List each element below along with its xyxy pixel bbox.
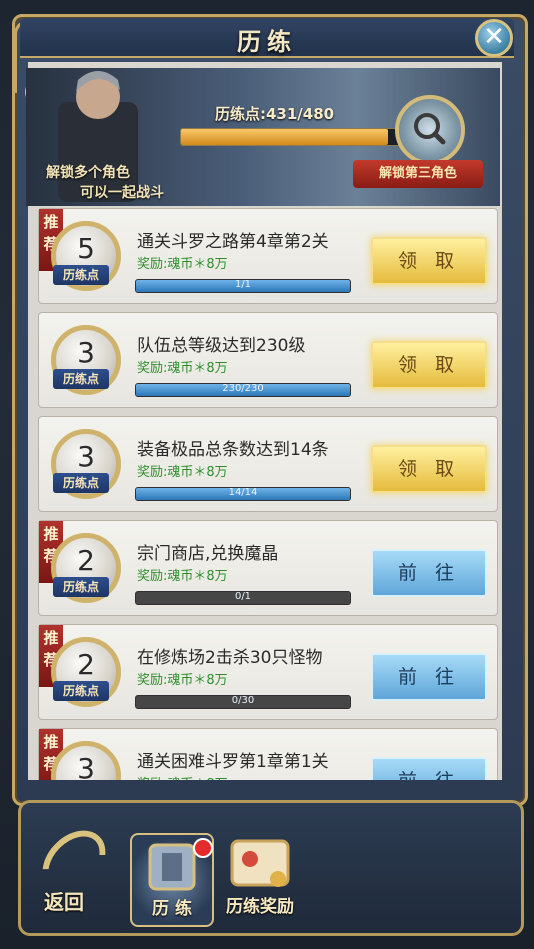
task-progress-bar: 14/14 (135, 487, 351, 501)
task-progress-text: 0/1 (234, 591, 252, 602)
banner-note-line1: 解锁多个角色 (46, 165, 130, 181)
task-card: 推荐 5 历练点 通关斗罗之路第4章第2关 奖励:魂币＊8万 1/1 领 取 (38, 208, 498, 304)
task-card: 推荐 3 历练点 通关困难斗罗第1章第1关 奖励:魂币＊8万 前 往 (38, 728, 498, 780)
goto-button[interactable]: 前 往 (371, 757, 487, 780)
task-card: 3 历练点 装备极品总条数达到14条 奖励:魂币＊8万 14/14 领 取 (38, 416, 498, 512)
task-reward: 奖励:魂币＊8万 (137, 361, 228, 376)
unlock-third-character-icon[interactable] (395, 95, 465, 165)
task-title: 通关斗罗之路第4章第2关 (137, 232, 329, 252)
points-label: 历练点 (53, 265, 109, 285)
points-value: 2 (77, 544, 95, 577)
points-value: 2 (77, 648, 95, 681)
task-reward: 奖励:魂币＊8万 (137, 673, 228, 688)
claim-button[interactable]: 领 取 (371, 341, 487, 389)
banner-note-line2: 可以一起战斗 (80, 185, 164, 201)
task-progress-bar: 1/1 (135, 279, 351, 293)
training-points-bar (180, 128, 412, 146)
task-progress-bar: 0/1 (135, 591, 351, 605)
points-label: 历练点 (53, 473, 109, 493)
task-title: 队伍总等级达到230级 (137, 336, 306, 356)
task-title: 通关困难斗罗第1章第1关 (137, 752, 329, 772)
claim-button[interactable]: 领 取 (371, 445, 487, 493)
reward-scroll-icon (230, 839, 290, 887)
task-reward: 奖励:魂币＊8万 (137, 465, 228, 480)
points-value: 3 (77, 440, 95, 473)
task-reward: 奖励:魂币＊8万 (137, 569, 228, 584)
task-reward: 奖励:魂币＊8万 (137, 773, 228, 780)
claim-button[interactable]: 领 取 (371, 237, 487, 285)
task-card: 推荐 2 历练点 宗门商店,兑换魔晶 奖励:魂币＊8万 0/1 前 往 (38, 520, 498, 616)
task-progress-bar: 230/230 (135, 383, 351, 397)
points-value: 5 (77, 232, 95, 265)
tab-training-label: 历 练 (152, 899, 192, 919)
training-points-fill (181, 129, 388, 145)
points-value: 3 (77, 336, 95, 369)
points-label: 历练点 (53, 681, 109, 701)
goto-button[interactable]: 前 往 (371, 549, 487, 597)
magnifier-icon (414, 113, 446, 145)
points-value: 3 (77, 752, 95, 780)
tab-training-reward-label: 历练奖励 (226, 897, 294, 917)
task-title: 在修炼场2击杀30只怪物 (137, 648, 323, 668)
points-label: 历练点 (53, 577, 109, 597)
training-points-label: 历练点:431/480 (215, 105, 335, 123)
task-card: 推荐 2 历练点 在修炼场2击杀30只怪物 奖励:魂币＊8万 0/30 前 往 (38, 624, 498, 720)
task-progress-text: 14/14 (228, 487, 258, 498)
notification-dot (193, 838, 213, 858)
task-card: 3 历练点 队伍总等级达到230级 奖励:魂币＊8万 230/230 领 取 (38, 312, 498, 408)
page-title: 历练 (237, 28, 297, 56)
task-progress-text: 0/30 (231, 695, 255, 706)
tab-training-reward[interactable]: 历练奖励 (220, 833, 300, 923)
unlock-third-character-ribbon: 解锁第三角色 (353, 160, 483, 188)
task-progress-text: 1/1 (234, 279, 252, 290)
goto-button[interactable]: 前 往 (371, 653, 487, 701)
close-button[interactable]: ✕ (475, 19, 513, 57)
points-label: 历练点 (53, 369, 109, 389)
task-list[interactable]: 推荐 5 历练点 通关斗罗之路第4章第2关 奖励:魂币＊8万 1/1 领 取 3… (38, 208, 498, 780)
task-reward: 奖励:魂币＊8万 (137, 257, 228, 272)
task-progress-bar: 0/30 (135, 695, 351, 709)
task-progress-text: 230/230 (222, 383, 264, 394)
task-title: 宗门商店,兑换魔晶 (137, 544, 279, 564)
task-title: 装备极品总条数达到14条 (137, 440, 329, 460)
back-button-label[interactable]: 返回 (44, 886, 84, 915)
